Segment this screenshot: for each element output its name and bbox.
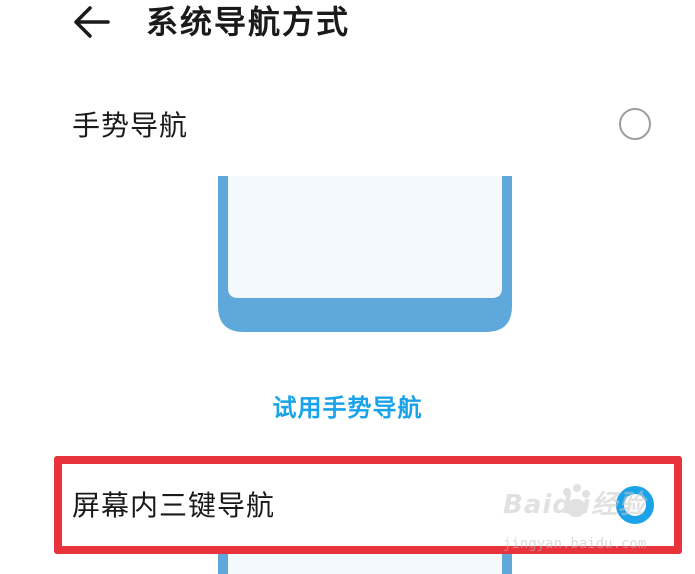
baidu-watermark: Baidu经验 jingyan.baidu.com bbox=[499, 482, 659, 560]
header: 系统导航方式 bbox=[0, 0, 695, 50]
watermark-text: Baidu经验 bbox=[503, 490, 646, 520]
radio-unselected[interactable] bbox=[619, 108, 651, 140]
option-label: 手势导航 bbox=[72, 109, 189, 142]
three-key-illustration-top bbox=[218, 554, 512, 574]
watermark-url: jingyan.baidu.com bbox=[503, 536, 647, 552]
try-gesture-navigation-link[interactable]: 试用手势导航 bbox=[0, 388, 695, 423]
option-gesture-navigation[interactable]: 手势导航 bbox=[0, 96, 695, 156]
gesture-navigation-illustration bbox=[218, 176, 512, 332]
back-button[interactable] bbox=[70, 2, 114, 42]
page-title: 系统导航方式 bbox=[146, 3, 351, 41]
arrow-left-icon bbox=[74, 6, 110, 38]
